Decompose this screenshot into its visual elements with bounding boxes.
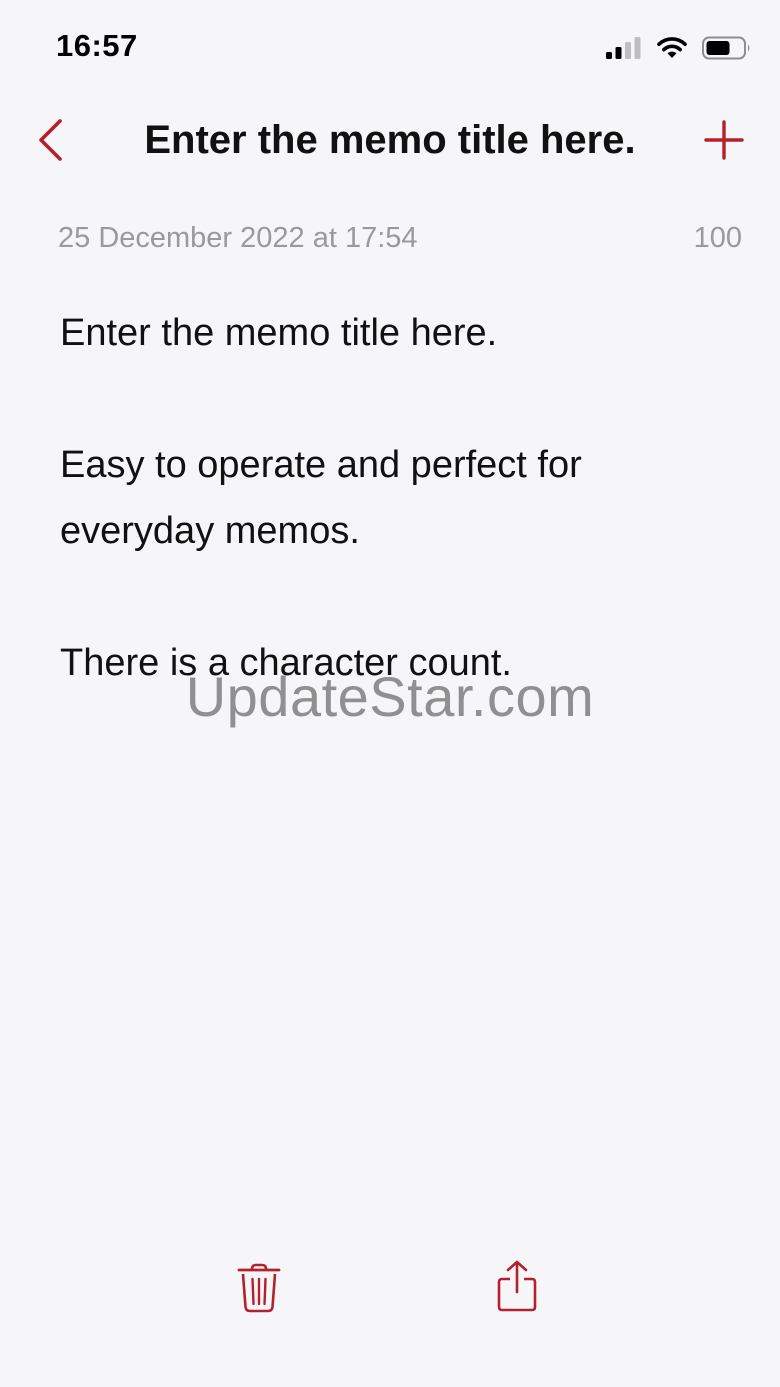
memo-meta: 25 December 2022 at 17:54 100 xyxy=(58,222,742,262)
memo-line: Enter the memo title here. xyxy=(60,312,498,354)
battery-icon xyxy=(702,36,750,60)
share-button[interactable] xyxy=(490,1253,544,1319)
character-count: 100 xyxy=(693,222,742,254)
navigation-bar: Enter the memo title here. xyxy=(0,96,780,192)
status-icons xyxy=(606,34,752,62)
delete-button[interactable] xyxy=(232,1257,286,1319)
cellular-signal-icon xyxy=(606,37,641,59)
memo-line xyxy=(60,366,740,432)
status-bar: 16:57 xyxy=(0,0,780,96)
trash-icon xyxy=(237,1263,281,1313)
bottom-toolbar xyxy=(0,1247,780,1387)
memo-date: 25 December 2022 at 17:54 xyxy=(58,222,418,254)
add-memo-button[interactable] xyxy=(694,110,754,170)
plus-icon xyxy=(704,120,744,160)
share-icon xyxy=(497,1260,537,1312)
status-time: 16:57 xyxy=(56,28,138,63)
back-button[interactable] xyxy=(22,112,78,168)
memo-line: There is a character count. xyxy=(60,642,512,684)
memo-text-area[interactable]: Enter the memo title here. Easy to opera… xyxy=(60,300,740,696)
wifi-icon xyxy=(657,37,687,58)
page-title: Enter the memo title here. xyxy=(144,118,636,162)
memo-line: Easy to operate and perfect for xyxy=(60,444,582,486)
memo-line xyxy=(60,564,740,630)
chevron-left-icon xyxy=(39,119,62,161)
memo-line: everyday memos. xyxy=(60,510,360,552)
